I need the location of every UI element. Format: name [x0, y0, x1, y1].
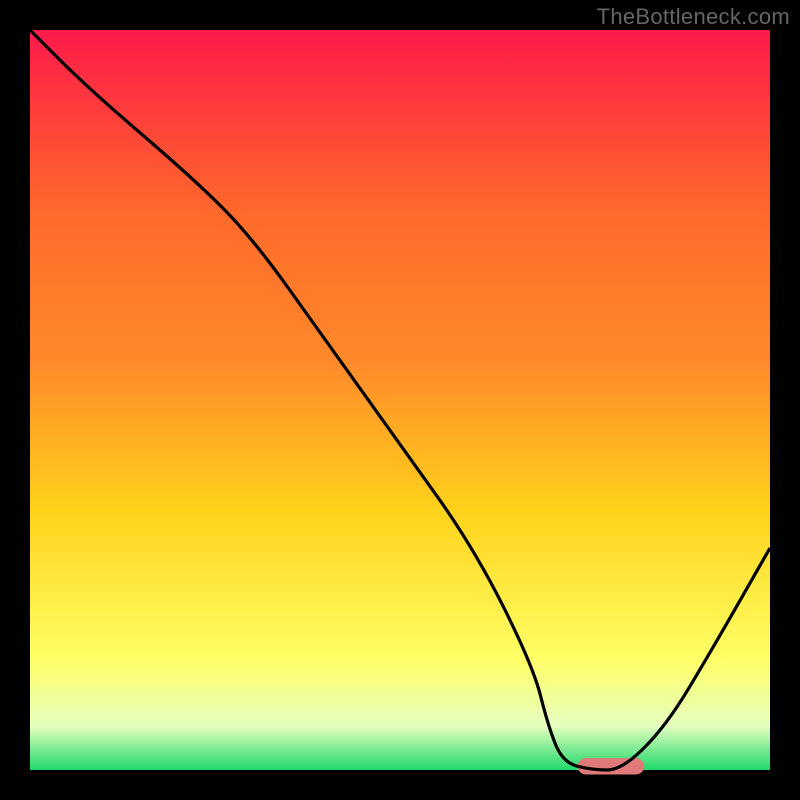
watermark-text: TheBottleneck.com — [597, 4, 790, 30]
chart-container: TheBottleneck.com — [0, 0, 800, 800]
bottleneck-chart — [0, 0, 800, 800]
plot-background — [30, 30, 770, 770]
optimum-marker — [578, 758, 645, 774]
